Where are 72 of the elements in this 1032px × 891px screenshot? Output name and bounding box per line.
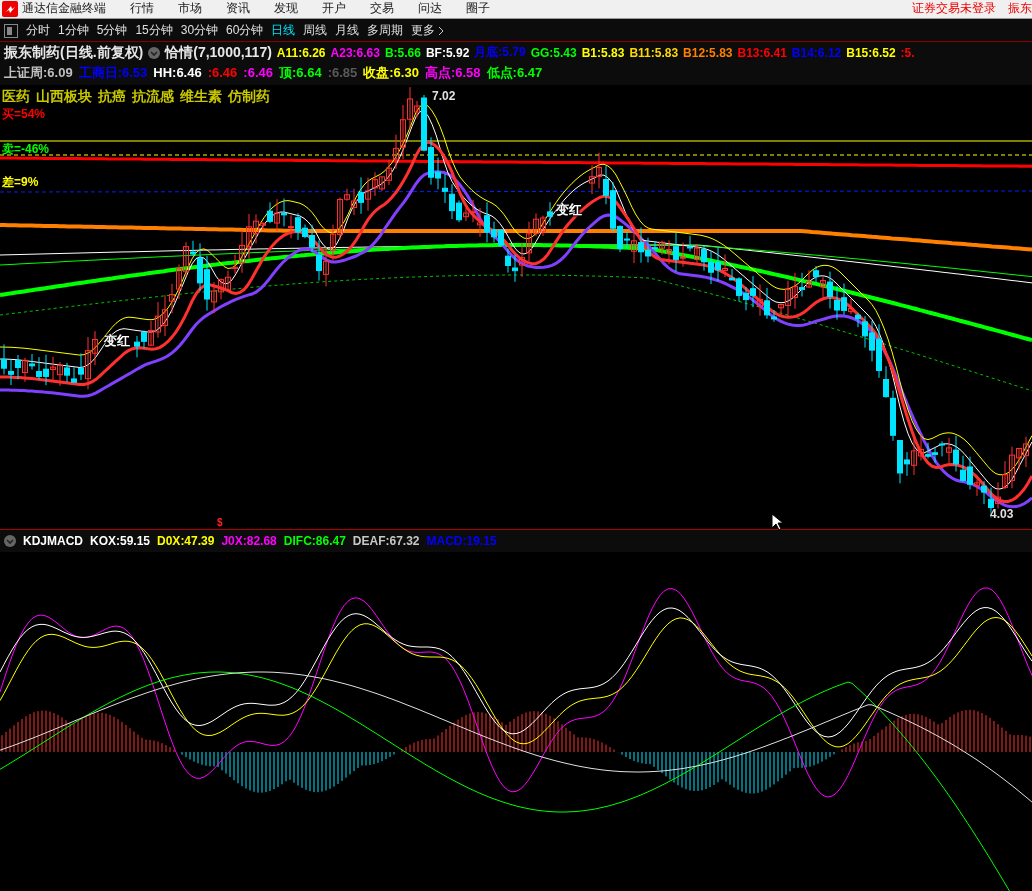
- indicator-value: B11:5.83: [629, 45, 679, 60]
- indicator-name: 恰情(7,1000,117): [165, 43, 272, 62]
- stat-label: 卖=-46%: [2, 140, 50, 158]
- login-status-link[interactable]: 证券交易未登录: [912, 0, 996, 18]
- indicator-value: B:5.66: [384, 45, 421, 60]
- indicator-value: KOX:59.15: [90, 534, 151, 549]
- menu-item[interactable]: 开户: [322, 0, 346, 18]
- period-tab[interactable]: 周线: [303, 22, 328, 40]
- dropdown-icon[interactable]: [4, 535, 16, 548]
- period-tab[interactable]: 5分钟: [96, 22, 128, 40]
- indicator-value: B14:6.12: [791, 45, 842, 60]
- stat-label: 买=54%: [2, 105, 46, 123]
- period-tab[interactable]: 30分钟: [180, 22, 219, 40]
- indicator-value: GG:5.43: [530, 45, 577, 60]
- indicator-value: B13:6.41: [737, 45, 787, 60]
- period-tab[interactable]: 日线: [271, 22, 296, 40]
- price-label: 7.02: [432, 88, 456, 103]
- period-tab[interactable]: 1分钟: [58, 22, 89, 40]
- sector-tag: 抗流感: [132, 87, 174, 106]
- indicator-value: J0X:82.68: [221, 534, 277, 549]
- menu-item[interactable]: 资讯: [226, 0, 250, 18]
- indicator-value: 上证周:6.09: [4, 63, 73, 82]
- menu-item[interactable]: 市场: [178, 0, 202, 18]
- indicator-value: :6.46: [207, 65, 238, 81]
- menu-item[interactable]: 圈子: [466, 0, 490, 18]
- indicator-value: 工商日:6.53: [78, 63, 148, 82]
- sector-tag: 山西板块: [36, 87, 92, 106]
- indicator-value: DEAF:67.32: [352, 534, 420, 549]
- indicator-value: 低点:6.47: [486, 63, 543, 82]
- sector-tag: 医药: [2, 87, 30, 106]
- menu-item[interactable]: 问达: [418, 0, 442, 18]
- indicator-value: A11:6.26: [276, 45, 326, 60]
- indicator-value: BF:5.92: [425, 45, 470, 60]
- signal-marker: $: [217, 516, 223, 528]
- indicator-value: 高点:6.58: [424, 63, 481, 82]
- sector-tag: 维生素: [180, 87, 222, 106]
- indicator-value: 顶:6.64: [279, 63, 322, 82]
- indicator-value: :5.: [900, 45, 915, 60]
- dropdown-icon[interactable]: [148, 46, 161, 59]
- app-title: 通达信金融终端: [22, 0, 106, 18]
- period-tab[interactable]: 15分钟: [135, 22, 173, 40]
- stock-title: 振东: [1008, 0, 1032, 18]
- indicator-name: KDJMACD: [23, 534, 83, 549]
- period-tab[interactable]: 分时: [26, 22, 50, 40]
- indicator-value: HH:6.46: [153, 65, 202, 81]
- indicator-value: :6.46: [243, 65, 273, 81]
- indicator-value: DIFC:86.47: [283, 534, 346, 549]
- signal-label: 变红: [104, 331, 130, 350]
- indicator-value: B15:6.52: [846, 45, 896, 60]
- stat-label: 差=9%: [2, 173, 39, 191]
- period-tab[interactable]: 60分钟: [226, 22, 264, 40]
- sector-tag: 仿制药: [228, 87, 270, 106]
- indicator-value: MACD:19.15: [426, 534, 497, 549]
- indicator-value: 收盘:6.30: [363, 63, 419, 82]
- panel-toggle-icon[interactable]: [4, 23, 18, 38]
- menu-item[interactable]: 交易: [370, 0, 394, 18]
- indicator-value: A23:6.63: [330, 45, 380, 60]
- period-tab[interactable]: 月线: [335, 22, 360, 40]
- indicator-value: B12:5.83: [683, 45, 733, 60]
- menu-item[interactable]: 行情: [130, 0, 154, 18]
- sector-tag: 抗癌: [98, 87, 126, 106]
- menu-item[interactable]: 发现: [274, 0, 298, 18]
- indicator-value: 月底:5.79: [474, 44, 526, 62]
- logo-icon: [2, 0, 18, 17]
- stock-title: 振东制药(日线.前复权): [4, 43, 144, 62]
- period-tab[interactable]: 更多: [411, 22, 446, 40]
- signal-label: 变红: [556, 200, 582, 219]
- indicator-value: B1:5.83: [581, 45, 625, 60]
- indicator-value: D0X:47.39: [157, 534, 215, 549]
- period-tab[interactable]: 多周期: [367, 22, 404, 40]
- chevron-icon: [437, 25, 446, 36]
- indicator-value: :6.85: [327, 65, 358, 81]
